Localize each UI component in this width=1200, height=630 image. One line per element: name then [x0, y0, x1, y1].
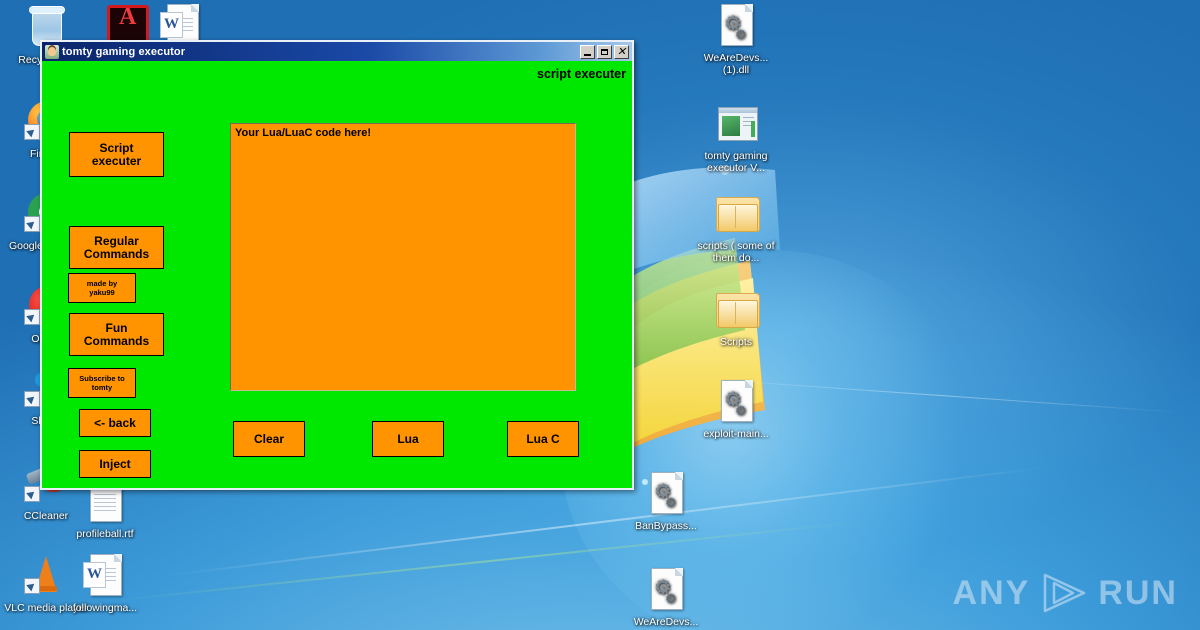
play-triangle-icon: [1040, 572, 1088, 614]
application-window-icon: [712, 100, 760, 148]
shortcut-arrow-icon: [24, 391, 40, 407]
dll-gear-icon: ⚙ ⚙: [712, 378, 760, 426]
desktop-icon-label: followingma...: [72, 602, 138, 614]
desktop-icon-label: tomty gaming executor V...: [704, 150, 768, 174]
window-title: tomty gaming executor: [62, 45, 186, 58]
desktop-icon-label: WeAreDevs... (1).dll: [703, 52, 769, 76]
desktop-icon-banbypass[interactable]: ⚙ ⚙ BanBypass...: [624, 470, 708, 533]
folder-icon: [712, 286, 760, 334]
regular-commands-button[interactable]: Regular Commands: [69, 226, 164, 269]
inject-button[interactable]: Inject: [79, 450, 151, 478]
watermark-text-any: ANY: [952, 573, 1031, 612]
script-executer-button[interactable]: Script executer: [69, 132, 164, 177]
desktop-icon-label: profileball.rtf: [76, 528, 134, 540]
desktop-icon-tomty-gaming-executor[interactable]: tomty gaming executor V...: [694, 100, 778, 174]
word-badge-icon: W: [83, 562, 106, 588]
subscribe-button[interactable]: Subscribe to tomty: [68, 368, 136, 398]
word-badge-icon: W: [160, 12, 183, 38]
window-client-area: script executer Script executer Regular …: [42, 61, 632, 488]
made-by-button[interactable]: made by yaku99: [68, 273, 136, 303]
shortcut-arrow-icon: [24, 216, 40, 232]
shortcut-arrow-icon: [24, 124, 40, 140]
desktop-icon-label: scripts ( some of them do...: [697, 240, 775, 264]
script-executer-heading: script executer: [537, 67, 626, 81]
desktop-icon-exploit-main[interactable]: ⚙ ⚙ exploit-main...: [694, 378, 778, 441]
dll-gear-icon: ⚙ ⚙: [642, 566, 690, 614]
desktop-icon-label: exploit-main...: [703, 428, 769, 440]
shortcut-arrow-icon: [24, 578, 40, 594]
desktop-icon-wearedevs[interactable]: ⚙ ⚙ WeAreDevs...: [624, 566, 708, 629]
desktop-icon-label: Scripts: [719, 336, 753, 348]
dll-gear-icon: ⚙ ⚙: [642, 470, 690, 518]
app-face-icon: [45, 44, 59, 59]
minimize-button[interactable]: [580, 44, 595, 59]
close-button[interactable]: ✕: [614, 44, 629, 59]
dll-gear-icon: ⚙ ⚙: [712, 2, 760, 50]
desktop-icon-scripts-some-of-them[interactable]: scripts ( some of them do...: [694, 190, 778, 264]
clear-button[interactable]: Clear: [233, 421, 305, 457]
folder-icon: [712, 190, 760, 238]
desktop-icon-label: BanBypass...: [635, 520, 697, 532]
fun-commands-button[interactable]: Fun Commands: [69, 313, 164, 356]
shortcut-arrow-icon: [24, 309, 40, 325]
desktop-icon-wearedevs-dll-1[interactable]: ⚙ ⚙ WeAreDevs... (1).dll: [694, 2, 778, 76]
window-controls: ✕: [580, 44, 630, 59]
lua-button[interactable]: Lua: [372, 421, 444, 457]
window-titlebar[interactable]: tomty gaming executor ✕: [42, 42, 632, 61]
desktop-icon-scripts[interactable]: Scripts: [694, 286, 778, 349]
word-document-icon: W: [81, 552, 129, 600]
lua-c-button[interactable]: Lua C: [507, 421, 579, 457]
desktop-icon-followingma-doc[interactable]: W followingma...: [63, 552, 147, 615]
back-button[interactable]: <- back: [79, 409, 151, 437]
lua-code-editor-text: Your Lua/LuaC code here!: [235, 127, 372, 139]
desktop-icon-label: WeAreDevs...: [633, 616, 699, 628]
maximize-button[interactable]: [597, 44, 612, 59]
shortcut-arrow-icon: [24, 486, 40, 502]
anyrun-watermark: ANY RUN: [953, 572, 1178, 614]
tomty-gaming-executor-window[interactable]: tomty gaming executor ✕ script executer …: [40, 40, 634, 490]
lua-code-editor[interactable]: Your Lua/LuaC code here!: [230, 123, 576, 391]
watermark-text-run: RUN: [1098, 573, 1178, 612]
